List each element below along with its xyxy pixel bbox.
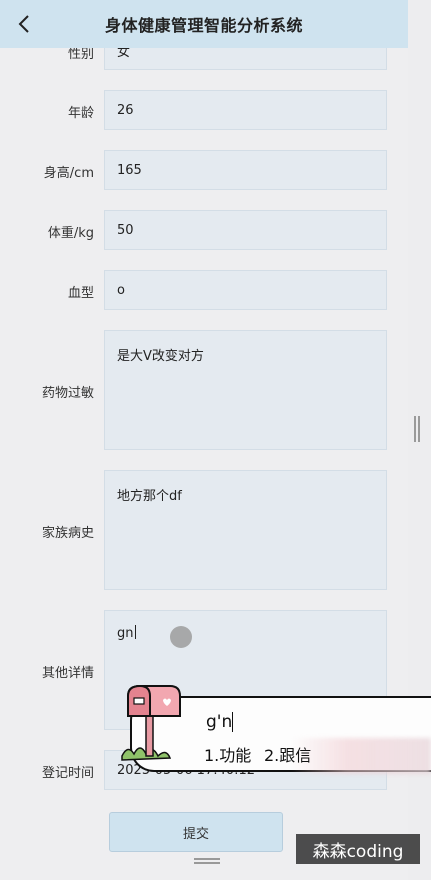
height-label: 身高/cm — [43, 166, 94, 181]
chevron-left-icon — [18, 15, 29, 33]
drug-allergy-row: 药物过敏 是大V改变对方 — [0, 330, 408, 450]
weight-value: 50 — [117, 222, 134, 238]
home-indicator-icon[interactable] — [194, 858, 220, 864]
mailbox-mascot-icon — [121, 684, 181, 761]
age-value: 26 — [117, 102, 134, 118]
submit-button[interactable]: 提交 — [109, 812, 283, 852]
page-title: 身体健康管理智能分析系统 — [104, 16, 303, 35]
weight-row: 体重/kg 50 — [0, 210, 408, 250]
age-row: 年龄 26 — [0, 90, 408, 130]
height-field[interactable]: 165 — [104, 150, 387, 190]
ime-blur-region — [291, 738, 431, 774]
height-row: 身高/cm 165 — [0, 150, 408, 190]
back-button[interactable] — [10, 8, 38, 40]
drug-allergy-label: 药物过敏 — [41, 386, 94, 401]
register-time-label: 登记时间 — [41, 766, 94, 781]
age-label: 年龄 — [67, 106, 94, 121]
blood-type-field[interactable]: o — [104, 270, 387, 310]
header-bar: 身体健康管理智能分析系统 — [0, 0, 408, 48]
family-history-textarea[interactable]: 地方那个df — [104, 470, 387, 590]
scrollbar-handle[interactable] — [414, 416, 420, 442]
ime-caret — [232, 712, 233, 732]
ime-candidate-1[interactable]: 1.功能 — [204, 742, 251, 766]
touch-indicator-icon — [170, 626, 192, 648]
weight-label: 体重/kg — [47, 226, 94, 241]
blood-type-row: 血型 o — [0, 270, 408, 310]
family-history-value: 地方那个df — [117, 489, 182, 504]
drug-allergy-textarea[interactable]: 是大V改变对方 — [104, 330, 387, 450]
family-history-row: 家族病史 地方那个df — [0, 470, 408, 590]
other-details-label: 其他详情 — [41, 666, 94, 681]
other-details-value: gn — [117, 626, 134, 641]
ime-composition-text: g'n — [206, 712, 233, 732]
watermark-badge: 森森coding — [296, 834, 420, 864]
age-field[interactable]: 26 — [104, 90, 387, 130]
height-value: 165 — [117, 162, 142, 178]
blood-type-label: 血型 — [67, 286, 94, 301]
drug-allergy-value: 是大V改变对方 — [117, 349, 204, 364]
blood-type-value: o — [117, 282, 125, 298]
ime-candidate-2[interactable]: 2.跟信 — [264, 742, 311, 766]
weight-field[interactable]: 50 — [104, 210, 387, 250]
text-caret — [134, 625, 136, 639]
family-history-label: 家族病史 — [41, 526, 94, 541]
